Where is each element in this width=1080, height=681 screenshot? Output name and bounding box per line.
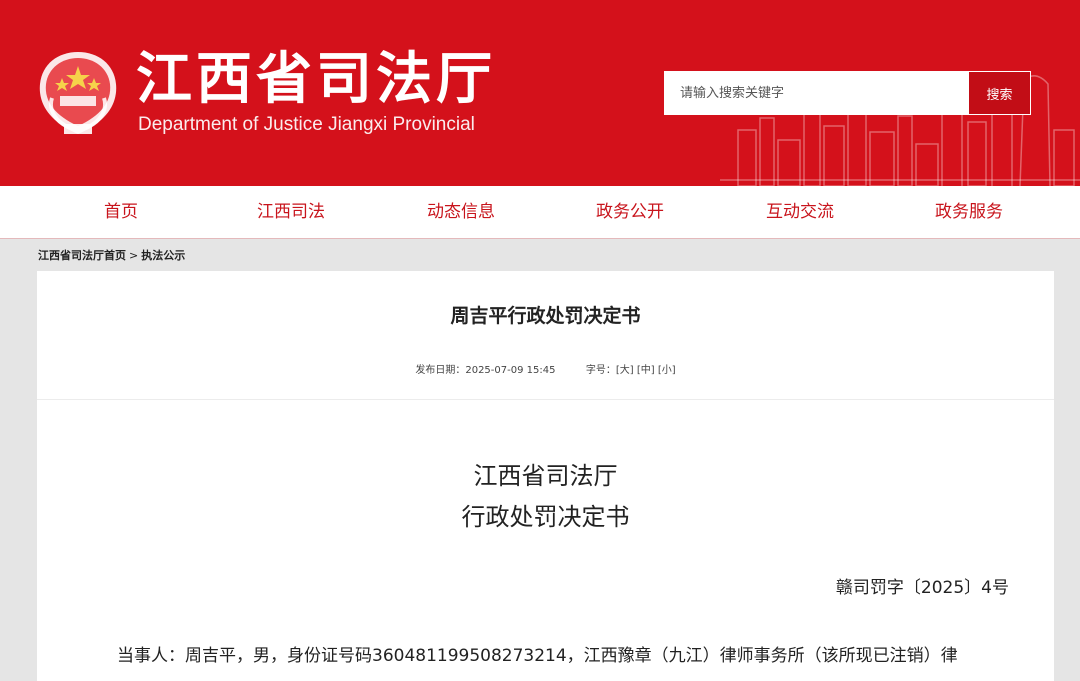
article-meta: 发布日期：2025-07-09 15:45 字号：[大] [中] [小] — [37, 361, 1054, 376]
nav-item-interaction[interactable]: 互动交流 — [766, 186, 834, 238]
nav-item-gov-affairs[interactable]: 政务公开 — [596, 186, 664, 238]
court-emblem-icon — [39, 52, 117, 134]
main-nav: 首页 江西司法 动态信息 政务公开 互动交流 政务服务 — [0, 186, 1080, 239]
nav-item-news[interactable]: 动态信息 — [427, 186, 495, 238]
publish-date-label: 发布日期： — [415, 365, 466, 376]
site-title: 江西省司法厅 — [136, 47, 496, 112]
divider — [37, 399, 1054, 400]
article-title: 周吉平行政处罚决定书 — [450, 305, 641, 327]
breadcrumb: 江西省司法厅首页 > 执法公示 — [38, 247, 185, 263]
breadcrumb-home-link[interactable]: 江西省司法厅首页 — [38, 249, 126, 262]
search-input[interactable] — [664, 71, 968, 115]
site-header: 江西省司法厅 Department of Justice Jiangxi Pro… — [0, 0, 1080, 186]
document-number: 赣司罚字〔2025〕4号 — [835, 578, 1009, 598]
nav-item-jiangxi-justice[interactable]: 江西司法 — [257, 186, 325, 238]
nav-item-home[interactable]: 首页 — [104, 186, 138, 238]
search-button[interactable]: 搜索 — [968, 71, 1031, 115]
font-size-small-link[interactable]: [小] — [658, 365, 676, 376]
font-size-label: 字号： — [585, 365, 616, 376]
font-size-medium-link[interactable]: [中] — [637, 365, 655, 376]
breadcrumb-current[interactable]: 执法公示 — [141, 249, 185, 262]
nav-item-gov-services[interactable]: 政务服务 — [935, 186, 1003, 238]
document-organization: 江西省司法厅 — [473, 462, 618, 490]
breadcrumb-separator: > — [129, 249, 139, 262]
document-type: 行政处罚决定书 — [461, 503, 630, 531]
document-paragraph: 当事人：周吉平，男，身份证号码360481199508273214，江西豫章（九… — [117, 646, 958, 666]
publish-date: 2025-07-09 15:45 — [465, 365, 556, 376]
font-size-large-link[interactable]: [大] — [616, 365, 634, 376]
site-subtitle: Department of Justice Jiangxi Provincial — [138, 114, 475, 135]
article-panel: 周吉平行政处罚决定书 发布日期：2025-07-09 15:45 字号：[大] … — [37, 271, 1054, 681]
